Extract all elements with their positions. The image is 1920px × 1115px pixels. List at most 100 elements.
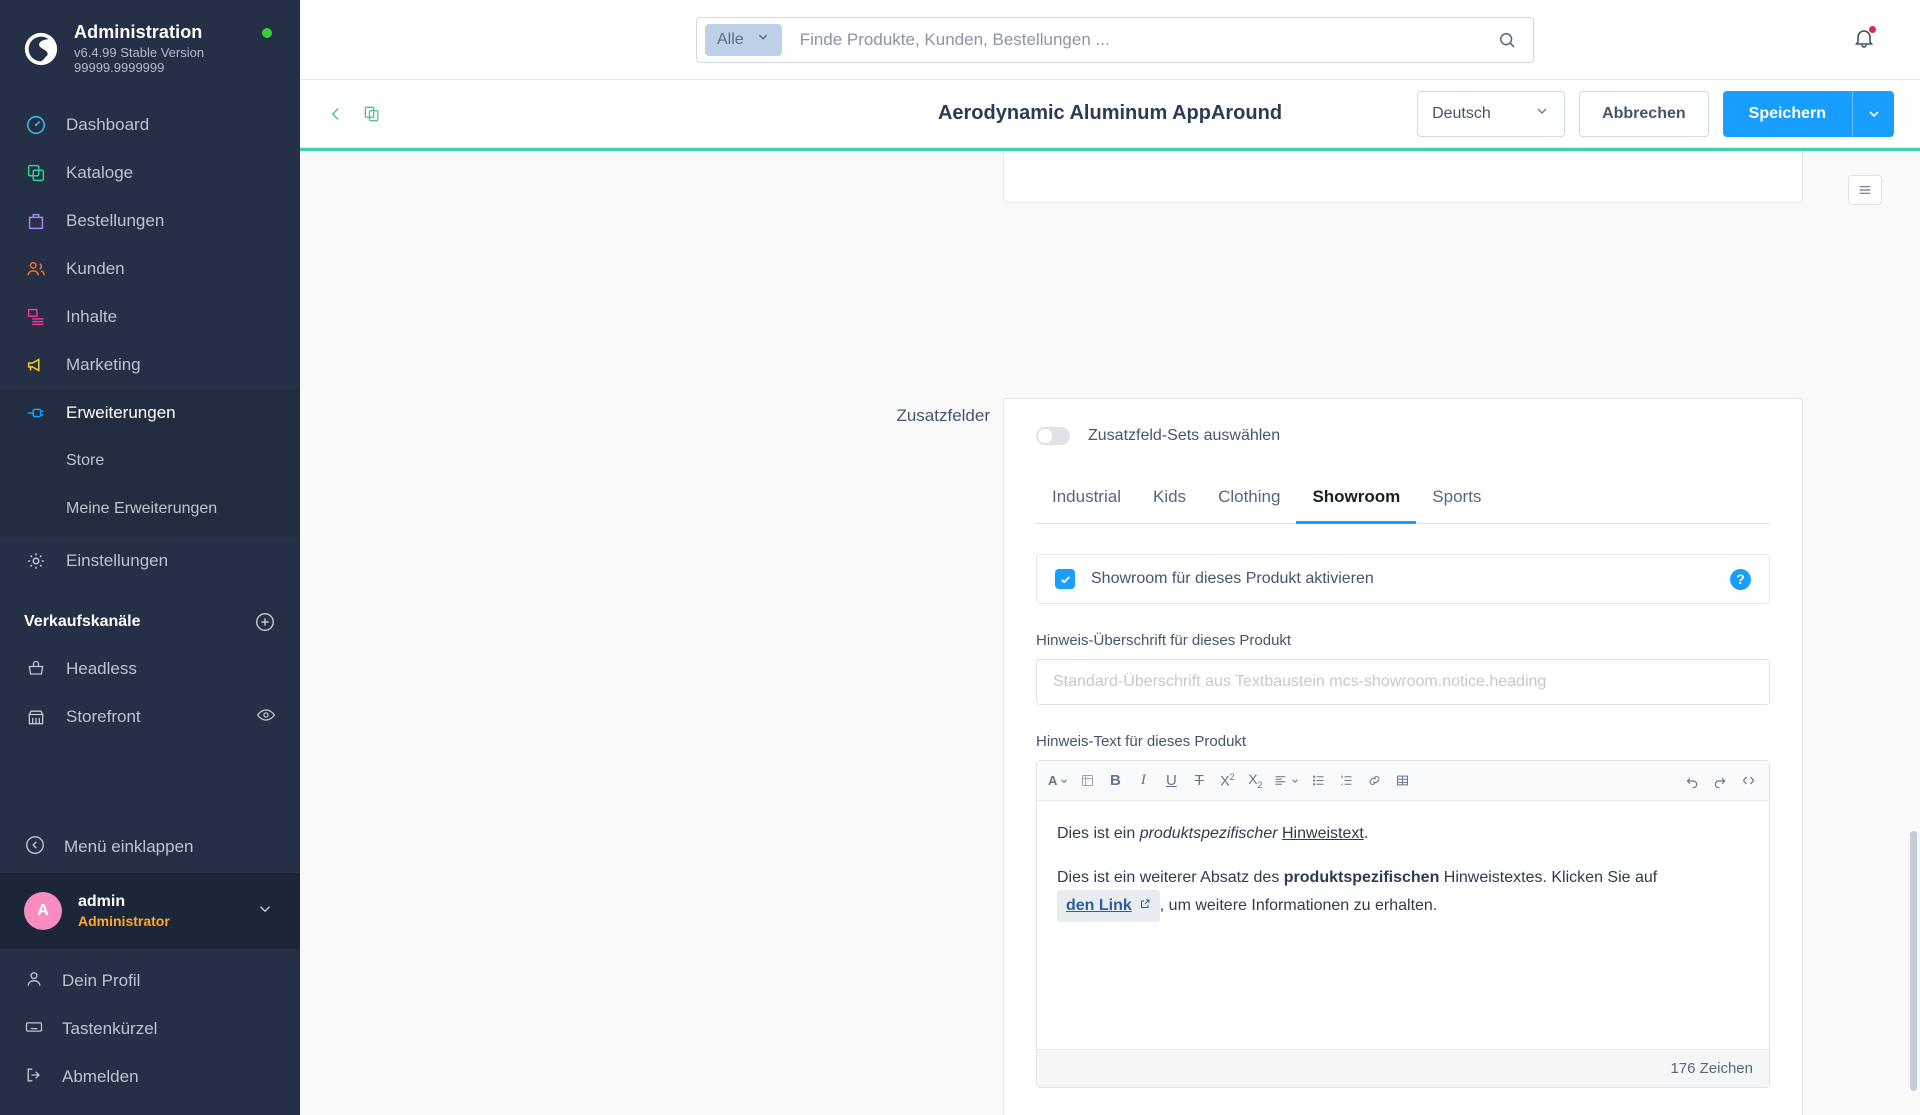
sidebar-item-store[interactable]: Store	[0, 437, 300, 485]
search-scope-select[interactable]: Alle	[705, 23, 782, 56]
preview-storefront-icon[interactable]	[256, 705, 276, 730]
smart-bar-actions: Deutsch Abbrechen Speichern	[1417, 90, 1894, 137]
custom-field-sets-toggle-row: Zusatzfeld-Sets auswählen	[1036, 427, 1770, 445]
add-sales-channel-icon[interactable]	[254, 611, 276, 633]
sidebar-item-label: Bestellungen	[66, 211, 165, 230]
back-icon[interactable]	[326, 104, 346, 124]
sidebar-item-storefront[interactable]: Storefront	[0, 693, 300, 741]
sidebar-item-marketing[interactable]: Marketing	[0, 341, 300, 389]
editor-content[interactable]: Dies ist ein produktspezifischer Hinweis…	[1037, 801, 1769, 1049]
color-picker-icon[interactable]	[1074, 767, 1100, 795]
sidebar-item-meine-erweiterungen[interactable]: Meine Erweiterungen	[0, 485, 300, 533]
search-icon[interactable]	[1489, 30, 1525, 50]
footer-item-profil[interactable]: Dein Profil	[0, 957, 300, 1005]
custom-field-sets-toggle[interactable]	[1036, 427, 1070, 445]
sidebar-panel-toggle[interactable]	[1848, 175, 1882, 205]
p1-suffix: .	[1363, 825, 1369, 842]
footer-item-abmelden[interactable]: Abmelden	[0, 1053, 300, 1101]
numbered-list-icon[interactable]	[1333, 767, 1359, 795]
sidebar-item-inhalte[interactable]: Inhalte	[0, 293, 300, 341]
sidebar-header: Administration v6.4.99 Stable Version 99…	[0, 0, 300, 101]
sidebar-item-kataloge[interactable]: Kataloge	[0, 149, 300, 197]
bold-icon[interactable]: B	[1102, 767, 1128, 795]
character-count: 176 Zeichen	[1670, 1060, 1753, 1077]
sidebar-item-dashboard[interactable]: Dashboard	[0, 101, 300, 149]
collapse-menu-button[interactable]: Menü einklappen	[0, 821, 300, 873]
showroom-activate-row: Showroom für dieses Produkt aktivieren ?	[1036, 554, 1770, 604]
editor-footer: 176 Zeichen	[1037, 1049, 1769, 1087]
editor-link-chip[interactable]: den Link	[1057, 890, 1160, 922]
sales-channels-title: Verkaufskanäle	[24, 613, 141, 630]
sidebar-footer: Dein Profil Tastenkürzel Abmelden	[0, 949, 300, 1115]
catalog-icon	[24, 161, 48, 185]
sidebar-item-einstellungen[interactable]: Einstellungen	[0, 537, 300, 585]
tab-showroom[interactable]: Showroom	[1296, 487, 1417, 524]
strikethrough-icon[interactable]: T	[1186, 767, 1212, 795]
chevron-down-icon	[1534, 103, 1550, 124]
previous-card-bottom	[1003, 151, 1803, 203]
font-size-icon[interactable]: A	[1045, 767, 1072, 795]
showroom-activate-checkbox[interactable]	[1055, 569, 1075, 589]
notifications-button[interactable]	[1852, 25, 1877, 55]
shopware-logo-icon	[22, 30, 60, 68]
sidebar-item-bestellungen[interactable]: Bestellungen	[0, 197, 300, 245]
keyboard-icon	[24, 1017, 44, 1042]
orders-icon	[24, 209, 48, 233]
italic-icon[interactable]: I	[1130, 767, 1156, 795]
smart-bar: Aerodynamic Aluminum AppAround Deutsch A…	[300, 80, 1920, 148]
save-button[interactable]: Speichern	[1722, 90, 1852, 137]
sidebar-item-headless[interactable]: Headless	[0, 645, 300, 693]
editor-link-label: den Link	[1066, 897, 1132, 915]
source-code-icon[interactable]	[1735, 767, 1761, 795]
superscript-icon[interactable]: X2	[1214, 767, 1240, 795]
app-title: Administration	[74, 22, 203, 42]
tab-kids[interactable]: Kids	[1137, 487, 1202, 523]
underline-icon[interactable]: U	[1158, 767, 1184, 795]
footer-item-tastenkuerzel[interactable]: Tastenkürzel	[0, 1005, 300, 1053]
sidebar-item-label: Headless	[66, 659, 137, 678]
link-icon[interactable]	[1361, 767, 1387, 795]
footer-item-label: Abmelden	[62, 1067, 139, 1086]
search-container: Alle	[696, 16, 1534, 63]
tab-sports[interactable]: Sports	[1416, 487, 1497, 523]
search-input[interactable]	[781, 29, 1489, 50]
language-select[interactable]: Deutsch	[1417, 90, 1566, 137]
editor-toolbar: A B I U T X2 X2	[1037, 761, 1769, 801]
rich-text-editor: A B I U T X2 X2 Dies ist ein produktspez…	[1036, 760, 1770, 1088]
redo-icon[interactable]	[1707, 767, 1733, 795]
chevron-down-icon	[756, 30, 770, 49]
p2-bold: produktspezifischen	[1283, 868, 1440, 886]
user-name: admin	[78, 893, 126, 910]
sidebar-item-kunden[interactable]: Kunden	[0, 245, 300, 293]
subscript-icon[interactable]: X2	[1242, 767, 1268, 795]
bullet-list-icon[interactable]	[1305, 767, 1331, 795]
tab-industrial[interactable]: Industrial	[1036, 487, 1137, 523]
save-options-button[interactable]	[1852, 90, 1894, 137]
undo-icon[interactable]	[1679, 767, 1705, 795]
help-icon[interactable]: ?	[1730, 568, 1751, 590]
table-icon[interactable]	[1389, 767, 1415, 795]
cancel-button[interactable]: Abbrechen	[1579, 90, 1709, 137]
p1-italic: produktspezifischer	[1139, 825, 1278, 842]
status-dot	[262, 28, 272, 38]
sidebar-item-label: Storefront	[66, 707, 141, 726]
user-role: Administrator	[78, 913, 170, 929]
align-icon[interactable]	[1270, 767, 1303, 795]
content-scrollbar[interactable]	[1910, 831, 1917, 1091]
user-profile-button[interactable]: A admin Administrator	[0, 873, 300, 949]
tab-clothing[interactable]: Clothing	[1202, 487, 1296, 523]
text-field-label: Hinweis-Text für dieses Produkt	[1036, 733, 1247, 750]
duplicate-icon[interactable]	[362, 104, 382, 124]
showroom-activate-label: Showroom für dieses Produkt aktivieren	[1091, 570, 1374, 587]
p2-prefix: Dies ist ein weiterer Absatz des	[1057, 868, 1284, 886]
chevron-down-icon[interactable]	[256, 900, 274, 923]
sidebar-item-label: Marketing	[66, 355, 141, 374]
heading-input[interactable]	[1036, 659, 1770, 705]
toggle-knob	[1038, 429, 1052, 443]
footer-item-label: Dein Profil	[62, 971, 141, 990]
sidebar-subnav: Store Meine Erweiterungen	[0, 437, 300, 537]
p1-underline: Hinweistext	[1282, 825, 1364, 842]
editor-paragraph-2: Dies ist ein weiterer Absatz des produkt…	[1057, 865, 1749, 922]
sidebar-item-erweiterungen[interactable]: Erweiterungen	[0, 389, 300, 437]
